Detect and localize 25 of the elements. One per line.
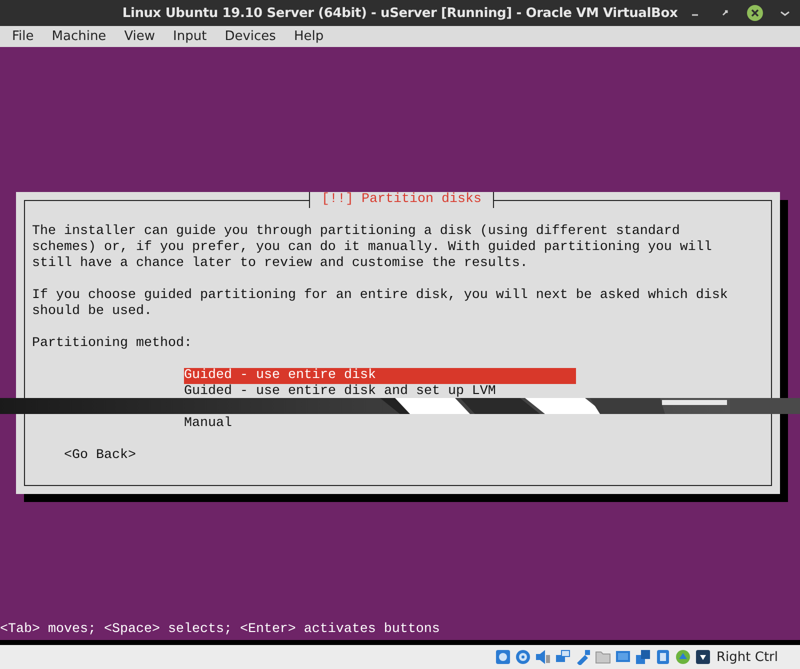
chip-icon[interactable] <box>654 649 670 665</box>
folder-icon[interactable] <box>594 649 610 665</box>
dialog-title: [!!] Partition disks <box>308 192 494 208</box>
go-back-button[interactable]: <Go Back> <box>64 448 136 464</box>
instruction-text: The installer can guide you through partitioning a disk (using different standard schemes) or, if you prefer, you can do it manually. With guided partitioning you will still have a chance later to review and customise the results. <box>32 224 713 272</box>
host-key-label: Right Ctrl <box>716 650 778 664</box>
speaker-icon[interactable] <box>534 649 550 665</box>
menu-item[interactable]: File <box>4 29 42 44</box>
menu-item[interactable]: Input <box>165 29 215 44</box>
window-title: Linux Ubuntu 19.10 Server (64bit) - uServer [Running] - Oracle VM VirtualBox <box>121 6 679 20</box>
close-icon[interactable] <box>746 4 764 22</box>
help-line: <Tab> moves; <Space> selects; <Enter> activates buttons <box>0 622 441 639</box>
disc-icon[interactable] <box>514 649 530 665</box>
menu-item[interactable]: View <box>116 29 164 44</box>
screen-icon[interactable] <box>614 649 630 665</box>
menu-item[interactable]: Machine <box>44 29 114 44</box>
monitors-icon[interactable] <box>554 649 570 665</box>
windows-icon[interactable] <box>634 649 650 665</box>
menu-item[interactable]: Help <box>286 29 332 44</box>
option-item[interactable]: Guided - use entire disk and set up LVM <box>184 384 576 400</box>
option-item[interactable]: Manual <box>184 416 576 432</box>
menu-item[interactable]: Devices <box>216 29 284 44</box>
instruction-text: If you choose guided partitioning for an entire disk, you will next be asked which disk should be used. <box>32 288 729 320</box>
prompt-label: Partitioning method: <box>32 336 193 352</box>
option-item[interactable]: Guided - use entire disk <box>184 368 576 384</box>
